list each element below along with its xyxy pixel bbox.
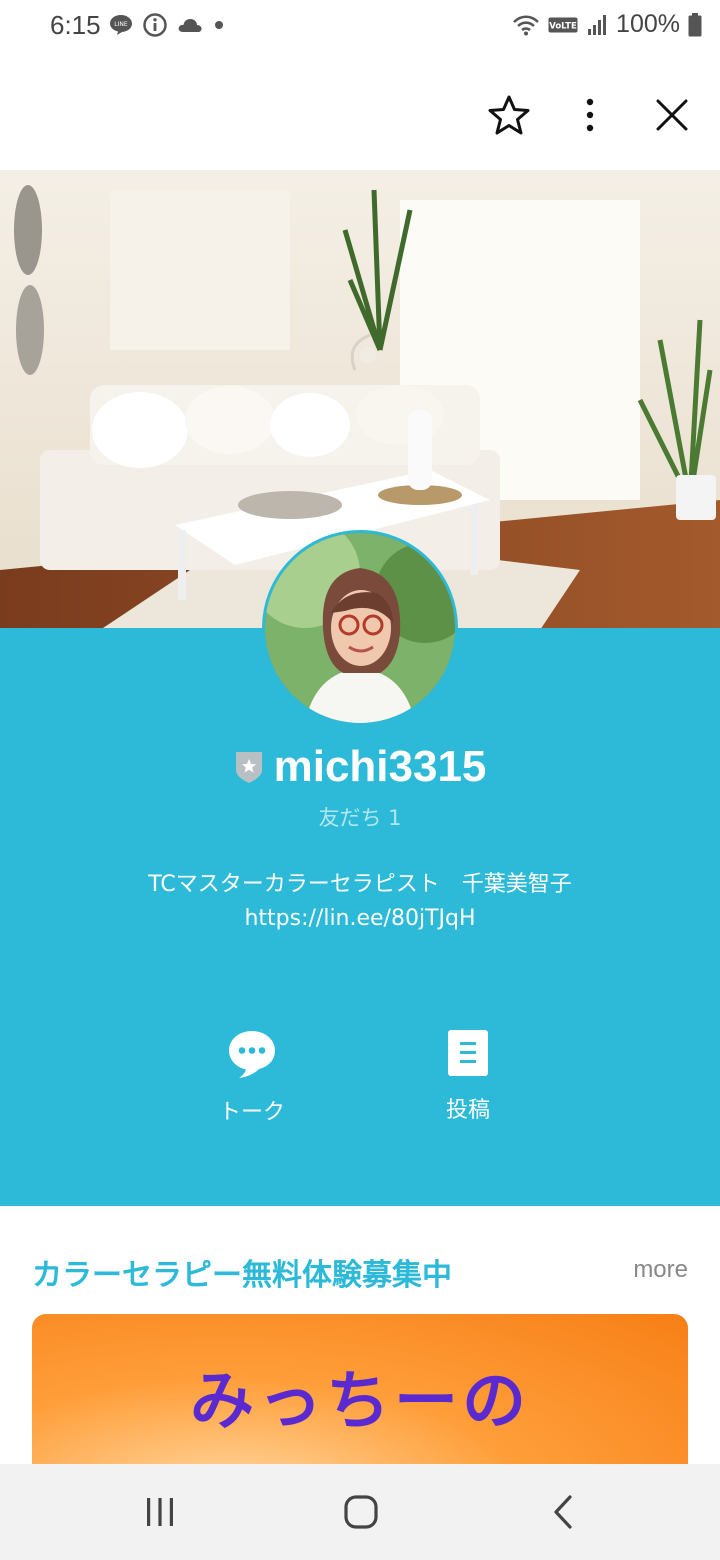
svg-text:LINE: LINE (114, 21, 128, 28)
status-icons-right: VoLTE 100% (512, 10, 702, 39)
description-link[interactable]: https://lin.ee/80jTJqH (0, 902, 720, 936)
back-icon (554, 1495, 572, 1529)
talk-label: トーク (218, 1100, 285, 1125)
post-icon (448, 1030, 488, 1076)
wifi-icon (513, 15, 539, 35)
status-bar: 6:15 LINE VoLTE 100% (0, 0, 720, 52)
shield-star-icon (235, 752, 262, 783)
more-options-button[interactable] (567, 92, 613, 138)
status-time: 6:15 (50, 10, 101, 40)
star-icon (488, 95, 530, 135)
more-vert-icon (586, 98, 594, 132)
home-button[interactable] (336, 1492, 386, 1532)
post-button[interactable]: 投稿 (408, 1028, 528, 1124)
favorite-button[interactable] (486, 92, 532, 138)
recent-apps-button[interactable] (135, 1492, 185, 1532)
back-button[interactable] (538, 1492, 588, 1532)
more-link[interactable]: more (633, 1256, 688, 1284)
top-bar (0, 52, 720, 170)
description-line-1: TCマスターカラーセラピスト 千葉美智子 (148, 872, 572, 897)
close-button[interactable] (649, 92, 695, 138)
svg-text:VoLTE: VoLTE (549, 21, 577, 31)
line-icon: LINE (110, 15, 132, 35)
volte-icon: VoLTE (548, 17, 578, 32)
featured-section: カラーセラピー無料体験募集中 more みっちーの (0, 1206, 720, 1514)
signal-icon (588, 14, 607, 35)
chat-bubble-icon (229, 1031, 275, 1078)
cloud-icon (178, 19, 202, 32)
post-label: 投稿 (445, 1098, 490, 1123)
profile-description: TCマスターカラーセラピスト 千葉美智子 https://lin.ee/80jT… (0, 868, 720, 936)
friends-count[interactable]: 友だち 1 (0, 802, 720, 832)
section-title: カラーセラピー無料体験募集中 (32, 1258, 452, 1293)
avatar[interactable] (262, 530, 458, 726)
banner-text: みっちーの (190, 1365, 530, 1439)
profile-name: michi3315 (273, 742, 487, 791)
home-icon (344, 1495, 378, 1529)
navigation-bar (0, 1464, 720, 1560)
battery-percent: 100% (616, 10, 680, 38)
info-icon (143, 13, 167, 37)
dot-icon (215, 21, 223, 29)
talk-button[interactable]: トーク (192, 1028, 312, 1126)
battery-icon (688, 12, 702, 36)
profile-name-row: michi3315 (0, 742, 720, 792)
avatar-image (265, 533, 455, 723)
status-icons-left: LINE (108, 12, 226, 38)
close-icon (656, 99, 688, 131)
recent-apps-icon (147, 1498, 173, 1526)
